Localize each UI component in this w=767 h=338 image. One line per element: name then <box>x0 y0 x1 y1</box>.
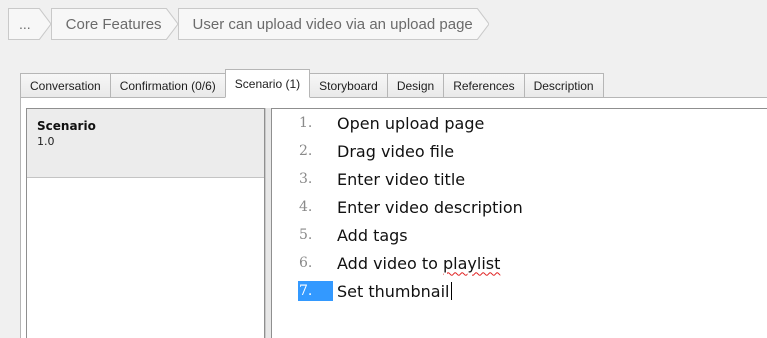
step-text-part: Add video to <box>337 253 443 273</box>
scenario-title: Scenario <box>37 119 96 133</box>
tab-confirmation[interactable]: Confirmation (0/6) <box>110 73 226 98</box>
step-text-wrap: Set thumbnail <box>337 281 452 301</box>
breadcrumb-chevron-icon <box>476 8 489 40</box>
text-caret <box>450 281 452 300</box>
misspelled-word[interactable]: playlist <box>443 254 500 273</box>
breadcrumb-core-features[interactable]: Core Features <box>50 8 178 40</box>
tab-scenario[interactable]: Scenario (1) <box>224 69 311 98</box>
step-line: 5. Add tags <box>272 222 752 248</box>
tab-description[interactable]: Description <box>524 73 604 98</box>
step-number: 1. <box>299 115 313 131</box>
step-line: 1. Open upload page <box>272 110 752 136</box>
step-text: Drag video file <box>337 141 455 161</box>
step-text: Open upload page <box>337 113 485 133</box>
panel-splitter[interactable] <box>265 108 272 338</box>
step-line: 2. Drag video file <box>272 138 752 164</box>
step-line-current: 7. Set thumbnail <box>272 278 752 304</box>
step-text: Enter video title <box>337 169 466 189</box>
scenario-steps-editor[interactable]: 1. Open upload page 2. Drag video file 3… <box>272 108 767 338</box>
step-number: 7. <box>299 283 313 299</box>
breadcrumb-chevron-icon <box>165 8 178 40</box>
scenario-list: Scenario 1.0 <box>26 108 265 338</box>
tab-references[interactable]: References <box>444 73 525 98</box>
step-number: 2. <box>299 143 313 159</box>
step-number: 4. <box>299 199 313 215</box>
step-line: 6. Add video to playlist <box>272 250 752 276</box>
scenario-list-item[interactable]: Scenario 1.0 <box>27 109 264 178</box>
step-number: 5. <box>299 227 313 243</box>
step-line: 3. Enter video title <box>272 166 752 192</box>
step-text: Add tags <box>337 225 408 245</box>
breadcrumb-current-story[interactable]: User can upload video via an upload page <box>177 8 489 40</box>
tab-storyboard[interactable]: Storyboard <box>310 73 388 98</box>
breadcrumb-core-features-label: Core Features <box>65 15 162 33</box>
breadcrumb: ... Core Features User can upload video … <box>8 8 489 40</box>
scenario-panel: Scenario 1.0 1. Open upload page 2. Drag… <box>20 97 767 338</box>
step-text: Add video to playlist <box>337 254 500 273</box>
step-text: Set thumbnail <box>337 281 450 301</box>
step-number: 6. <box>299 255 313 271</box>
step-line: 4. Enter video description <box>272 194 752 220</box>
tab-bar: Conversation Confirmation (0/6) Scenario… <box>20 69 604 98</box>
tab-conversation[interactable]: Conversation <box>20 73 111 98</box>
step-text: Enter video description <box>337 197 523 217</box>
breadcrumb-chevron-icon <box>38 8 51 40</box>
breadcrumb-ellipsis-label: ... <box>19 16 31 32</box>
breadcrumb-ellipsis[interactable]: ... <box>8 8 51 40</box>
breadcrumb-current-story-label: User can upload video via an upload page <box>192 15 473 33</box>
tab-design[interactable]: Design <box>387 73 445 98</box>
step-number: 3. <box>299 171 313 187</box>
scenario-version: 1.0 <box>37 135 55 148</box>
